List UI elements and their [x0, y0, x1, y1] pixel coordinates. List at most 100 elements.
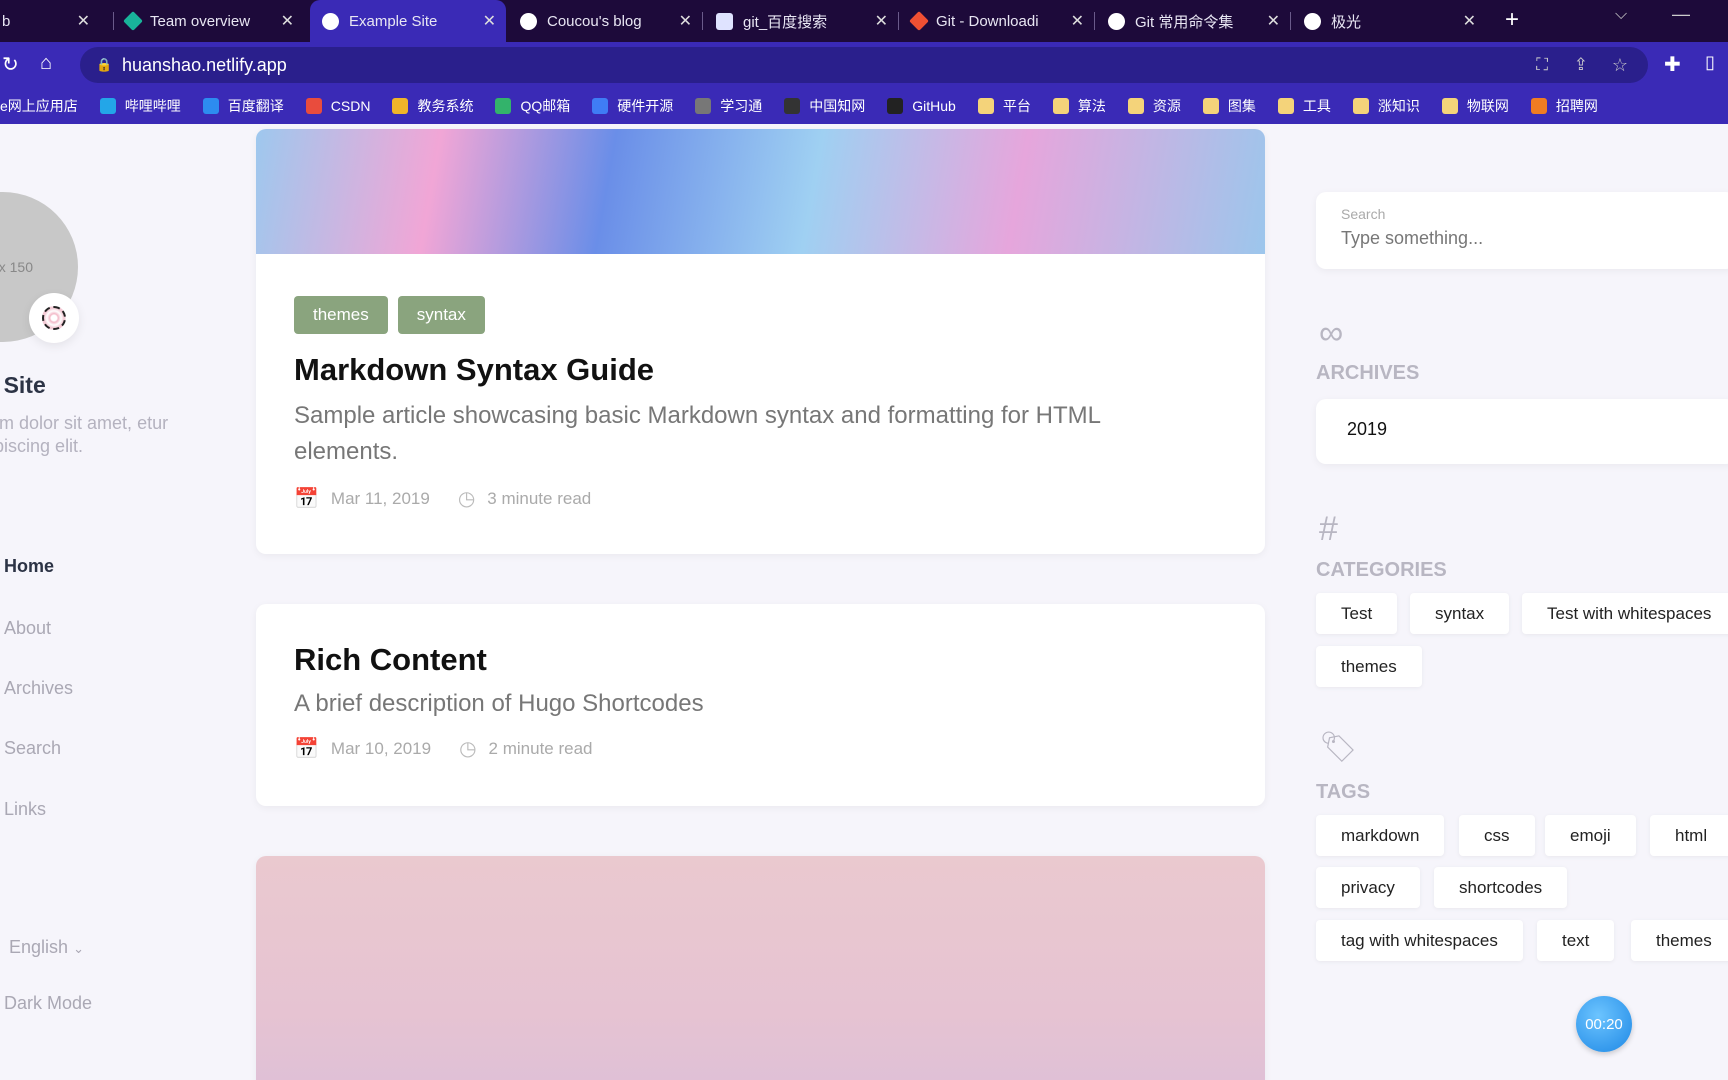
- bookmark-item[interactable]: 硬件开源: [592, 96, 673, 116]
- post-meta: 📅 Mar 10, 2019 ◷ 2 minute read: [294, 736, 1227, 761]
- clock-icon: ◷: [457, 488, 476, 510]
- category-chip[interactable]: syntax: [1410, 593, 1510, 634]
- url-text: huanshao.netlify.app: [122, 54, 287, 75]
- tag-chip[interactable]: css: [1459, 815, 1535, 856]
- close-icon[interactable]: ✕: [1463, 11, 1476, 31]
- tab-active[interactable]: Example Site ✕: [310, 0, 506, 42]
- sidepanel-icon[interactable]: ▯: [1705, 52, 1715, 73]
- bookmark-item[interactable]: 平台: [977, 96, 1031, 116]
- site-description: psum dolor sit amet, etur adipiscing eli…: [0, 413, 169, 456]
- tag-chip[interactable]: themes: [1631, 920, 1728, 961]
- nav-search[interactable]: Search: [4, 738, 61, 759]
- minimize-icon[interactable]: —: [1672, 4, 1690, 25]
- close-icon[interactable]: ✕: [679, 11, 692, 31]
- close-icon[interactable]: ✕: [1267, 11, 1280, 31]
- toolbar: ↻ ⌂ 🔒 huanshao.netlify.app ⛶ ⇪ ☆ ✚ ▯: [0, 42, 1728, 88]
- post-card[interactable]: themes syntax Markdown Syntax Guide Sampl…: [256, 129, 1265, 554]
- dark-mode-toggle[interactable]: Dark Mode: [4, 993, 92, 1014]
- divider: [898, 12, 899, 30]
- close-icon[interactable]: ✕: [281, 11, 294, 31]
- nav-about[interactable]: About: [4, 618, 51, 639]
- post-card[interactable]: Rich Content A brief description of Hugo…: [256, 604, 1265, 806]
- bookmark-item[interactable]: 工具: [1277, 96, 1331, 116]
- reload-icon[interactable]: ↻: [2, 52, 19, 77]
- close-icon[interactable]: ✕: [875, 11, 888, 31]
- tag-chip[interactable]: emoji: [1545, 815, 1636, 856]
- extensions-icon[interactable]: ✚: [1664, 52, 1681, 77]
- tab[interactable]: git_百度搜索 ✕: [704, 0, 898, 42]
- bookmark-label: 百度翻译: [227, 98, 284, 114]
- category-chip[interactable]: Test: [1316, 593, 1398, 634]
- site-name[interactable]: le Site: [0, 372, 46, 399]
- post-tag[interactable]: syntax: [397, 296, 485, 334]
- nav-home[interactable]: Home: [4, 556, 54, 577]
- star-icon[interactable]: ☆: [1612, 55, 1628, 76]
- bookmark-item[interactable]: 图集: [1202, 96, 1256, 116]
- post-description: Sample article showcasing basic Markdown…: [294, 402, 1101, 465]
- bookmark-icon: [784, 98, 801, 114]
- language-select[interactable]: English ⌄: [9, 937, 84, 958]
- tag-chip[interactable]: shortcodes: [1434, 867, 1568, 908]
- bookmark-item[interactable]: e网上应用店: [0, 96, 78, 116]
- nav-links[interactable]: Links: [4, 799, 46, 820]
- tab[interactable]: 极光 ✕: [1292, 0, 1486, 42]
- language-label: English: [9, 937, 69, 957]
- bookmark-item[interactable]: 中国知网: [784, 96, 865, 116]
- category-chip[interactable]: themes: [1316, 646, 1422, 687]
- bookmark-icon: [495, 98, 512, 114]
- tab[interactable]: Team overview ✕: [114, 0, 304, 42]
- bookmark-item[interactable]: 哔哩哔哩: [99, 96, 181, 116]
- chevron-down-icon[interactable]: ⌵: [1615, 6, 1627, 24]
- bookmark-item[interactable]: QQ邮箱: [495, 96, 570, 116]
- bookmark-item[interactable]: 资源: [1127, 96, 1181, 116]
- timer-button[interactable]: 00:20: [1576, 996, 1632, 1052]
- post-card-image[interactable]: [256, 856, 1265, 1080]
- bookmark-item[interactable]: 教务系统: [392, 96, 473, 116]
- tag-chip[interactable]: text: [1537, 920, 1615, 961]
- tag-chip[interactable]: markdown: [1316, 815, 1445, 856]
- post-title[interactable]: Rich Content: [294, 642, 1227, 678]
- tag-chip[interactable]: privacy: [1316, 867, 1420, 908]
- close-icon[interactable]: ✕: [77, 11, 90, 31]
- globe-icon: [1108, 12, 1125, 30]
- tag-chip[interactable]: tag with whitespaces: [1316, 920, 1523, 961]
- category-chip[interactable]: Test with whitespaces: [1522, 593, 1728, 634]
- translate-icon[interactable]: ⛶: [1536, 55, 1548, 75]
- tab-label: Coucou's blog: [547, 12, 642, 30]
- tab[interactable]: b ✕: [0, 0, 100, 42]
- tag-chip[interactable]: html: [1650, 815, 1728, 856]
- bookmark-label: 教务系统: [417, 98, 474, 114]
- bookmark-label: GitHub: [912, 98, 956, 114]
- address-bar[interactable]: 🔒 huanshao.netlify.app ⛶ ⇪ ☆: [80, 47, 1648, 83]
- post-read-time: 2 minute read: [488, 738, 593, 758]
- new-tab-icon[interactable]: +: [1505, 6, 1519, 34]
- bookmark-item[interactable]: 涨知识: [1352, 96, 1420, 116]
- bookmark-item[interactable]: GitHub: [887, 98, 956, 114]
- bookmark-label: 硬件开源: [617, 98, 674, 114]
- archive-year[interactable]: 2019: [1316, 399, 1728, 464]
- search-label: Search: [1341, 206, 1386, 222]
- nav-archives[interactable]: Archives: [4, 678, 73, 699]
- share-icon[interactable]: ⇪: [1574, 55, 1588, 75]
- post-title[interactable]: Markdown Syntax Guide: [294, 352, 1227, 388]
- bookmark-item[interactable]: 学习通: [695, 96, 762, 116]
- close-icon[interactable]: ✕: [1071, 11, 1084, 31]
- page-content: x 150 le Site psum dolor sit amet, etur …: [0, 124, 1728, 1080]
- calendar-icon: 📅: [294, 738, 319, 760]
- search-input[interactable]: Type something...: [1341, 228, 1711, 249]
- tab[interactable]: Git 常用命令集 ✕: [1096, 0, 1290, 42]
- post-tag[interactable]: themes: [294, 296, 388, 334]
- tab[interactable]: Coucou's blog ✕: [508, 0, 702, 42]
- tab[interactable]: Git - Downloadi ✕: [900, 0, 1094, 42]
- search-box[interactable]: Search Type something...: [1316, 192, 1728, 269]
- bookmark-label: 涨知识: [1377, 98, 1420, 114]
- bookmark-item[interactable]: 百度翻译: [202, 96, 284, 116]
- bookmark-item[interactable]: 招聘网: [1530, 96, 1598, 116]
- close-icon[interactable]: ✕: [483, 11, 496, 31]
- git-icon: [909, 11, 929, 31]
- bookmark-item[interactable]: CSDN: [305, 98, 370, 114]
- bookmark-item[interactable]: 物联网: [1441, 96, 1509, 116]
- home-icon[interactable]: ⌂: [40, 52, 52, 75]
- bookmark-label: 算法: [1077, 98, 1106, 114]
- bookmark-item[interactable]: 算法: [1052, 96, 1106, 116]
